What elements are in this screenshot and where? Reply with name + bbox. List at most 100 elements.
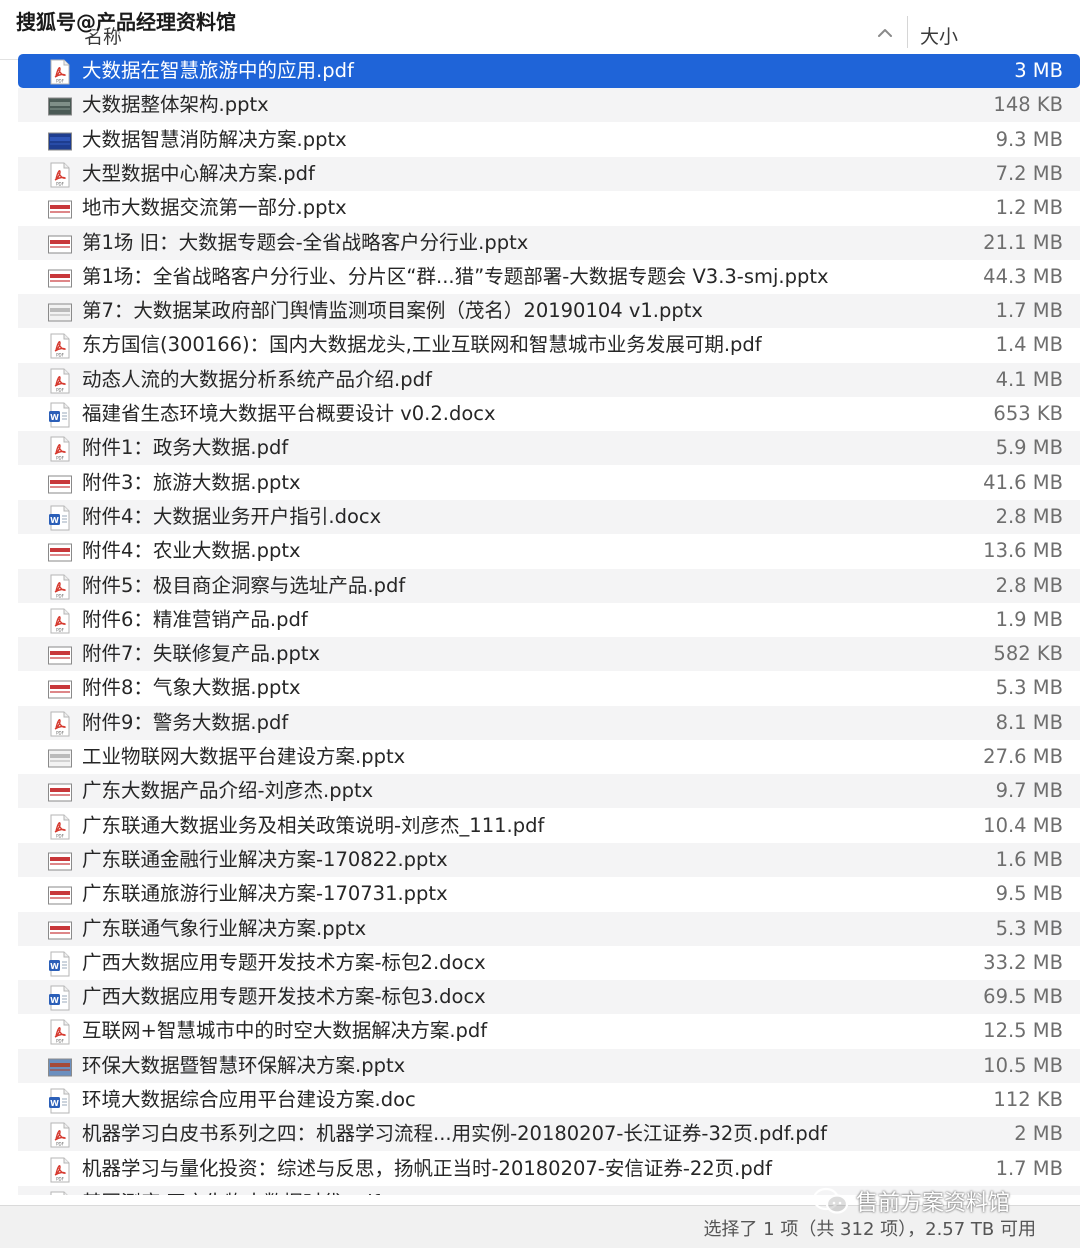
ppt-file-icon xyxy=(48,128,72,154)
file-row[interactable]: 附件3：旅游大数据.pptx 41.6 MB xyxy=(18,466,1080,500)
pdf-file-icon: PDF xyxy=(48,1019,72,1045)
file-row[interactable]: PDF 机器学习白皮书系列之四：机器学习流程...用实例-20180207-长江证… xyxy=(18,1117,1080,1152)
file-list[interactable]: PDF 大数据在智慧旅游中的应用.pdf 3 MB 大数据整体架构.pptx 148 K… xyxy=(0,53,1080,1195)
file-size: 4.1 MB xyxy=(995,367,1063,391)
svg-text:W: W xyxy=(50,996,59,1005)
file-row[interactable]: PDF 附件1：政务大数据.pdf 5.9 MB xyxy=(18,431,1080,466)
file-name: 机器学习与量化投资：综述与反思，扬帆正当时-20180207-安信证券-22页.… xyxy=(82,1156,772,1180)
file-name: 附件3：旅游大数据.pptx xyxy=(82,470,301,494)
file-size: 21.1 MB xyxy=(983,230,1063,254)
status-text: 选择了 1 项（共 312 项），2.57 TB 可用 xyxy=(703,1219,1036,1240)
file-size: 10.4 MB xyxy=(983,813,1063,837)
pdf-file-icon: PDF xyxy=(48,1157,72,1183)
file-row[interactable]: PDF 大数据在智慧旅游中的应用.pdf 3 MB xyxy=(18,54,1080,88)
svg-text:PDF: PDF xyxy=(56,79,64,84)
file-row[interactable]: 附件4：农业大数据.pptx 13.6 MB xyxy=(18,534,1080,568)
file-row[interactable]: PDF 大型数据中心解决方案.pdf 7.2 MB xyxy=(18,156,1080,191)
file-row[interactable]: 工业物联网大数据平台建设方案.pptx 27.6 MB xyxy=(18,740,1080,774)
file-row[interactable]: PDF 附件9：警务大数据.pdf 8.1 MB xyxy=(18,705,1080,740)
file-row[interactable]: 大数据智慧消防解决方案.pptx 9.3 MB xyxy=(18,123,1080,157)
ppt-file-icon xyxy=(48,539,72,565)
file-row[interactable]: W 福建省生态环境大数据平台概要设计 v0.2.docx 653 KB xyxy=(18,397,1080,431)
file-name: 附件1：政务大数据.pdf xyxy=(82,436,289,460)
file-size: 5.3 MB xyxy=(995,916,1063,940)
file-name: 附件8：气象大数据.pptx xyxy=(82,676,301,700)
file-size: 27.6 MB xyxy=(983,745,1063,768)
column-divider[interactable] xyxy=(907,16,908,48)
word-file-icon: W xyxy=(48,985,72,1011)
file-name: 互联网+智慧城市中的时空大数据解决方案.pdf xyxy=(82,1019,488,1043)
file-name: 机器学习白皮书系列之四：机器学习流程...用实例-20180207-长江证券-3… xyxy=(82,1122,827,1146)
file-row[interactable]: W 附件4：大数据业务开户指引.docx 2.8 MB xyxy=(18,499,1080,534)
file-name: 广西大数据应用专题开发技术方案-标包3.docx xyxy=(82,985,486,1009)
file-size: 9.3 MB xyxy=(995,127,1063,151)
svg-text:W: W xyxy=(50,413,59,422)
file-size: 653 KB xyxy=(993,402,1063,425)
file-row[interactable]: 广东联通气象行业解决方案.pptx 5.3 MB xyxy=(18,911,1080,946)
file-row[interactable]: PDF 动态人流的大数据分析系统产品介绍.pdf 4.1 MB xyxy=(18,362,1080,397)
svg-text:PDF: PDF xyxy=(56,593,64,598)
watermark-top: 搜狐号@产品经理资料馆 xyxy=(16,10,236,34)
file-name: 大数据在智慧旅游中的应用.pdf xyxy=(82,59,354,82)
file-row[interactable]: PDF 广东联通大数据业务及相关政策说明-刘彦杰_111.pdf 10.4 MB xyxy=(18,809,1080,843)
pdf-file-icon: PDF xyxy=(48,333,72,359)
file-name: 大型数据中心解决方案.pdf xyxy=(82,161,315,185)
file-size: 44.3 MB xyxy=(983,264,1063,288)
file-size: 8.1 MB xyxy=(995,710,1063,734)
file-size: 13.6 MB xyxy=(983,539,1063,563)
file-size: 12.5 MB xyxy=(983,1019,1063,1043)
ppt-file-icon xyxy=(48,882,72,908)
file-row[interactable]: PDF 机器学习与量化投资：综述与反思，扬帆正当时-20180207-安信证券-2… xyxy=(18,1152,1080,1186)
file-row[interactable]: 广东大数据产品介绍-刘彦杰.pptx 9.7 MB xyxy=(18,774,1080,809)
file-size: 10.5 MB xyxy=(983,1053,1063,1077)
size-column-header[interactable]: 大小 xyxy=(920,22,958,49)
file-row[interactable]: 附件7：失联修复产品.pptx 582 KB xyxy=(18,637,1080,672)
file-row[interactable]: PDF 附件6：精准营销产品.pdf 1.9 MB xyxy=(18,603,1080,637)
file-size: 2 MB xyxy=(1014,1122,1063,1146)
file-size: 33.2 MB xyxy=(983,950,1063,974)
file-size: 1.9 MB xyxy=(995,607,1063,631)
file-size: 7.2 MB xyxy=(995,161,1063,185)
file-row[interactable]: 大数据整体架构.pptx 148 KB xyxy=(18,88,1080,123)
file-row[interactable]: PDF 东方国信(300166)：国内大数据龙头,工业互联网和智慧城市业务发展可期… xyxy=(18,328,1080,362)
svg-text:W: W xyxy=(50,1099,59,1108)
file-name: 广西大数据应用专题开发技术方案-标包2.docx xyxy=(82,950,486,974)
file-row[interactable]: PDF 附件5：极目商企洞察与选址产品.pdf 2.8 MB xyxy=(18,568,1080,603)
file-name: 大数据整体架构.pptx xyxy=(82,93,269,117)
file-name: 环保大数据暨智慧环保解决方案.pptx xyxy=(82,1053,406,1077)
file-row[interactable]: 广东联通旅游行业解决方案-170731.pptx 9.5 MB xyxy=(18,877,1080,911)
file-name: 附件7：失联修复产品.pptx xyxy=(82,642,321,666)
file-name: 地市大数据交流第一部分.pptx xyxy=(82,196,347,220)
pdf-file-icon: PDF xyxy=(48,814,72,840)
svg-text:PDF: PDF xyxy=(56,730,64,735)
file-row[interactable]: 第1场：全省战略客户分行业、分片区“群...猎”专题部署-大数据专题会 V3.3… xyxy=(18,260,1080,294)
svg-text:PDF: PDF xyxy=(56,833,64,838)
file-name: 动态人流的大数据分析系统产品介绍.pdf xyxy=(82,367,432,391)
file-row[interactable]: 附件8：气象大数据.pptx 5.3 MB xyxy=(18,671,1080,705)
file-row[interactable]: 广东联通金融行业解决方案-170822.pptx 1.6 MB xyxy=(18,842,1080,877)
file-row[interactable]: PDF 互联网+智慧城市中的时空大数据解决方案.pdf 12.5 MB xyxy=(18,1014,1080,1048)
file-row[interactable]: 环保大数据暨智慧环保解决方案.pptx 10.5 MB xyxy=(18,1048,1080,1083)
pdf-file-icon: PDF xyxy=(48,368,72,394)
file-name: 福建省生态环境大数据平台概要设计 v0.2.docx xyxy=(82,402,496,425)
chevron-up-icon[interactable] xyxy=(874,22,896,44)
word-file-icon: W xyxy=(48,402,72,428)
ppt-file-icon xyxy=(48,471,72,497)
file-name: 第1场：全省战略客户分行业、分片区“群...猎”专题部署-大数据专题会 V3.3… xyxy=(82,264,829,288)
file-name: 工业物联网大数据平台建设方案.pptx xyxy=(82,745,406,768)
file-name: 第7：大数据某政府部门舆情监测项目案例（茂名）20190104 v1.pptx xyxy=(82,299,703,323)
ppt-file-icon xyxy=(48,917,72,943)
file-size: 2.8 MB xyxy=(995,573,1063,597)
file-row[interactable]: 第7：大数据某政府部门舆情监测项目案例（茂名）20190104 v1.pptx 1… xyxy=(18,294,1080,329)
file-row[interactable]: W 广西大数据应用专题开发技术方案-标包2.docx 33.2 MB xyxy=(18,946,1080,980)
file-row[interactable]: W 广西大数据应用专题开发技术方案-标包3.docx 69.5 MB xyxy=(18,980,1080,1015)
wechat-icon xyxy=(812,1187,849,1214)
file-size: 1.2 MB xyxy=(995,196,1063,220)
svg-text:PDF: PDF xyxy=(56,627,64,632)
file-size: 69.5 MB xyxy=(983,985,1063,1009)
file-row[interactable]: 第1场 旧：大数据专题会-全省战略客户分行业.pptx 21.1 MB xyxy=(18,225,1080,260)
file-row[interactable]: W 环境大数据综合应用平台建设方案.doc 112 KB xyxy=(18,1083,1080,1117)
file-row[interactable]: 地市大数据交流第一部分.pptx 1.2 MB xyxy=(18,191,1080,225)
file-size: 41.6 MB xyxy=(983,470,1063,494)
ppt-file-icon xyxy=(48,299,72,325)
